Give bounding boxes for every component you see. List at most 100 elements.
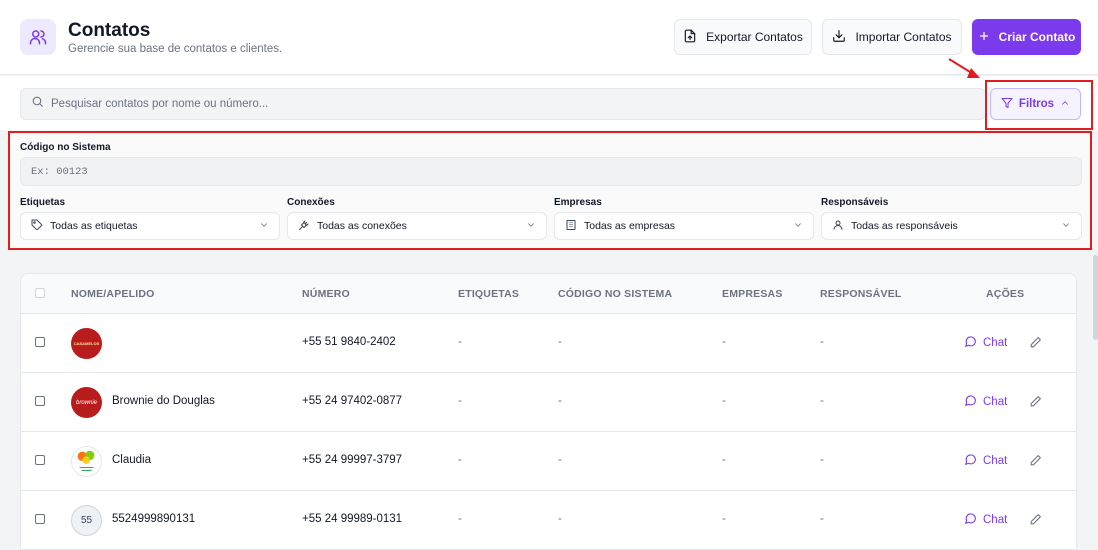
page-header: Contatos Gerencie sua base de contatos e… [0, 0, 1098, 75]
create-contact-label: Criar Contato [998, 30, 1076, 44]
table-row[interactable]: Claudia +55 24 99997-3797 - - - - Chat [21, 432, 1076, 491]
contact-companies: - [722, 336, 726, 348]
chat-button[interactable]: Chat [964, 512, 1007, 528]
message-circle-icon [964, 394, 977, 410]
file-export-icon [683, 29, 697, 46]
column-header-companies[interactable]: EMPRESAS [722, 288, 783, 300]
avatar-logo-text: CASAMELOS [73, 341, 100, 346]
column-header-owner[interactable]: RESPONSÁVEL [820, 288, 902, 300]
companies-filter-label: Empresas [554, 197, 602, 208]
contact-tags: - [458, 395, 462, 407]
search-icon [31, 95, 44, 113]
chat-label: Chat [983, 455, 1008, 467]
contact-number: +55 24 99989-0131 [302, 513, 403, 525]
row-checkbox[interactable] [35, 514, 45, 524]
import-contacts-button[interactable]: Importar Contatos [822, 19, 962, 55]
tags-filter-select[interactable]: Todas as etiquetas [20, 212, 280, 240]
edit-pencil-icon[interactable] [1029, 336, 1042, 354]
contact-name: Claudia [112, 454, 151, 466]
avatar: CASAMELOS [71, 328, 102, 359]
table-row[interactable]: 55 5524999890131 +55 24 99989-0131 - - -… [21, 491, 1076, 550]
companies-filter-select[interactable]: Todas as empresas [554, 212, 814, 240]
export-contacts-button[interactable]: Exportar Contatos [674, 19, 812, 55]
table-header: NOME/APELIDO NÚMERO ETIQUETAS CÓDIGO NO … [21, 274, 1076, 314]
chat-label: Chat [983, 514, 1008, 526]
connections-filter-select[interactable]: Todas as conexões [287, 212, 547, 240]
contact-tags: - [458, 454, 462, 466]
import-contacts-label: Importar Contatos [855, 30, 952, 44]
code-filter-input[interactable] [31, 165, 1031, 178]
tags-filter-label: Etiquetas [20, 197, 66, 208]
message-circle-icon [964, 512, 977, 528]
contact-name: 5524999890131 [112, 513, 196, 525]
contact-number: +55 24 99997-3797 [302, 454, 403, 466]
message-circle-icon [964, 335, 977, 351]
user-icon [832, 219, 844, 234]
companies-filter-value: Todas as empresas [584, 220, 676, 232]
search-box[interactable] [20, 88, 986, 120]
table-row[interactable]: brownie Brownie do Douglas +55 24 97402-… [21, 373, 1076, 432]
contact-tags: - [458, 513, 462, 525]
chevron-down-icon [259, 220, 269, 233]
plus-icon [978, 30, 990, 45]
avatar-initials: 55 [80, 515, 93, 526]
code-filter-box[interactable] [20, 157, 1082, 186]
owners-filter-select[interactable]: Todas as responsáveis [821, 212, 1082, 240]
page-scrollbar[interactable] [1093, 255, 1098, 340]
search-bar-row: Filtros [0, 76, 1098, 130]
page-title: Contatos [68, 20, 151, 41]
create-contact-button[interactable]: Criar Contato [972, 19, 1081, 55]
contact-name: Brownie do Douglas [112, 395, 215, 407]
tags-filter-value: Todas as etiquetas [50, 220, 138, 232]
owners-filter-label: Responsáveis [821, 197, 889, 208]
table-row[interactable]: CASAMELOS +55 51 9840-2402 - - - - Chat [21, 314, 1076, 373]
avatar [71, 446, 102, 477]
row-checkbox[interactable] [35, 337, 45, 347]
contact-number: +55 51 9840-2402 [302, 336, 396, 348]
contact-code: - [558, 454, 562, 466]
contact-code: - [558, 395, 562, 407]
row-checkbox[interactable] [35, 396, 45, 406]
column-header-name[interactable]: NOME/APELIDO [71, 288, 155, 300]
chat-button[interactable]: Chat [964, 394, 1007, 410]
contact-owner: - [820, 454, 824, 466]
column-header-tags[interactable]: ETIQUETAS [458, 288, 519, 300]
contact-code: - [558, 336, 562, 348]
select-all-checkbox[interactable] [35, 288, 45, 298]
connections-filter-value: Todas as conexões [317, 220, 407, 232]
contacts-table: NOME/APELIDO NÚMERO ETIQUETAS CÓDIGO NO … [20, 273, 1077, 550]
annotation-highlight-box [985, 80, 1093, 130]
chevron-down-icon [793, 220, 803, 233]
chat-label: Chat [983, 337, 1008, 349]
chevron-down-icon [526, 220, 536, 233]
edit-pencil-icon[interactable] [1029, 395, 1042, 413]
contact-companies: - [722, 513, 726, 525]
download-icon [832, 29, 846, 46]
column-header-code[interactable]: CÓDIGO NO SISTEMA [558, 288, 672, 300]
column-header-actions: AÇÕES [986, 288, 1025, 300]
edit-pencil-icon[interactable] [1029, 513, 1042, 531]
avatar: brownie [71, 387, 102, 418]
tag-icon [31, 219, 43, 234]
code-filter-label: Código no Sistema [20, 142, 111, 153]
users-icon [20, 19, 56, 55]
plug-icon [298, 219, 310, 234]
chat-button[interactable]: Chat [964, 453, 1007, 469]
flower-logo-icon [77, 450, 95, 471]
search-input[interactable] [51, 98, 951, 110]
contact-number: +55 24 97402-0877 [302, 395, 403, 407]
chevron-down-icon [1061, 220, 1071, 233]
annotation-arrow-icon [948, 58, 980, 78]
chat-button[interactable]: Chat [964, 335, 1007, 351]
contact-companies: - [722, 454, 726, 466]
edit-pencil-icon[interactable] [1029, 454, 1042, 472]
building-icon [565, 219, 577, 234]
avatar: 55 [71, 505, 102, 536]
row-checkbox[interactable] [35, 455, 45, 465]
export-contacts-label: Exportar Contatos [706, 30, 803, 44]
connections-filter-label: Conexões [287, 197, 335, 208]
contact-companies: - [722, 395, 726, 407]
chat-label: Chat [983, 396, 1008, 408]
column-header-number[interactable]: NÚMERO [302, 288, 350, 300]
contact-code: - [558, 513, 562, 525]
